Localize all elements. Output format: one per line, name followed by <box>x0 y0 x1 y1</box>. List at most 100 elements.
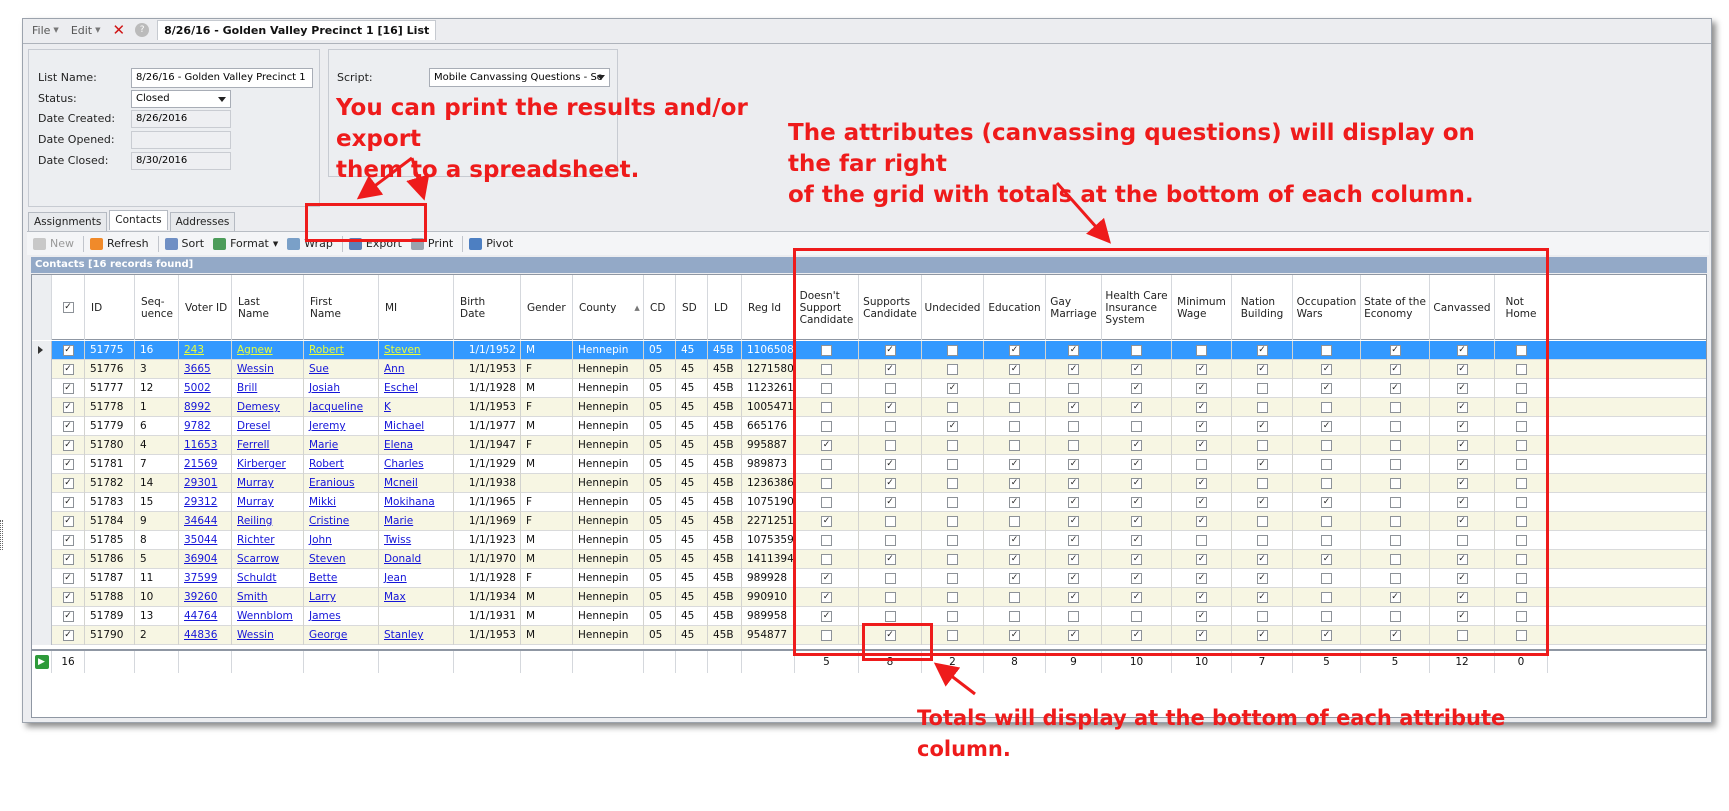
cell-voter[interactable]: 34644 <box>179 512 232 531</box>
column-header-birth[interactable]: Birth Date <box>454 275 521 340</box>
cell-first[interactable]: Josiah <box>304 379 379 398</box>
cell-first[interactable]: Cristine <box>304 512 379 531</box>
checked-checkbox[interactable]: ✓ <box>62 573 74 584</box>
checked-checkbox[interactable]: ✓ <box>62 459 74 470</box>
cell-first[interactable]: Marie <box>304 436 379 455</box>
checked-checkbox[interactable]: ✓ <box>62 440 74 451</box>
column-header-first[interactable]: First Name <box>304 275 379 340</box>
checked-checkbox[interactable]: ✓ <box>62 383 74 394</box>
cell-mi[interactable]: Michael <box>379 417 454 436</box>
cell-first[interactable]: Robert <box>304 455 379 474</box>
cell-voter[interactable]: 44836 <box>179 626 232 645</box>
cell-last[interactable]: Murray <box>232 474 304 493</box>
cell-first[interactable]: Robert <box>304 341 379 360</box>
cell-last[interactable]: Wennblom <box>232 607 304 626</box>
row-indicator[interactable] <box>32 607 52 626</box>
cell-first[interactable]: Larry <box>304 588 379 607</box>
cell-mi[interactable]: Marie <box>379 512 454 531</box>
pivot-button[interactable]: Pivot <box>469 237 513 250</box>
column-header-reg[interactable]: Reg Id <box>742 275 795 340</box>
format-button[interactable]: Format ▼ <box>213 237 278 250</box>
cell-last[interactable]: Ferrell <box>232 436 304 455</box>
cell-last[interactable]: Smith <box>232 588 304 607</box>
cell-last[interactable]: Richter <box>232 531 304 550</box>
help-icon[interactable]: ? <box>135 23 150 37</box>
cell-mi[interactable]: Max <box>379 588 454 607</box>
row-indicator[interactable] <box>32 512 52 531</box>
column-header-ld[interactable]: LD <box>708 275 742 340</box>
cell-mi[interactable]: Ann <box>379 360 454 379</box>
column-header-sd[interactable]: SD <box>676 275 708 340</box>
tab-addresses[interactable]: Addresses <box>169 212 236 231</box>
cell-last[interactable]: Dresel <box>232 417 304 436</box>
checked-checkbox[interactable]: ✓ <box>62 345 74 356</box>
cell-mi[interactable] <box>379 607 454 626</box>
cell-voter[interactable]: 35044 <box>179 531 232 550</box>
cell-last[interactable]: Brill <box>232 379 304 398</box>
cell-last[interactable]: Schuldt <box>232 569 304 588</box>
cell-last[interactable]: Agnew <box>232 341 304 360</box>
cell-voter[interactable]: 44764 <box>179 607 232 626</box>
tab-assignments[interactable]: Assignments <box>28 212 108 231</box>
check-icon[interactable]: ✓ <box>62 302 74 313</box>
cell-mi[interactable]: Donald <box>379 550 454 569</box>
cell-first[interactable]: James <box>304 607 379 626</box>
checked-checkbox[interactable]: ✓ <box>62 421 74 432</box>
row-indicator[interactable] <box>32 379 52 398</box>
sort-button[interactable]: Sort <box>164 237 204 250</box>
row-indicator[interactable] <box>32 550 52 569</box>
row-indicator[interactable] <box>32 417 52 436</box>
cell-voter[interactable]: 37599 <box>179 569 232 588</box>
checked-checkbox[interactable]: ✓ <box>62 554 74 565</box>
checked-checkbox[interactable]: ✓ <box>62 611 74 622</box>
refresh-button[interactable]: Refresh <box>90 237 149 250</box>
row-indicator[interactable] <box>32 626 52 645</box>
column-header-last[interactable]: Last Name <box>232 275 304 340</box>
checked-checkbox[interactable]: ✓ <box>62 364 74 375</box>
cell-voter[interactable]: 39260 <box>179 588 232 607</box>
column-header-gender[interactable]: Gender <box>521 275 573 340</box>
checked-checkbox[interactable]: ✓ <box>62 497 74 508</box>
script-select[interactable]: Mobile Canvassing Questions - Sc <box>429 68 610 87</box>
column-header-voter[interactable]: Voter ID <box>179 275 232 340</box>
cell-mi[interactable]: Steven <box>379 341 454 360</box>
cell-mi[interactable]: K <box>379 398 454 417</box>
row-indicator[interactable] <box>32 398 52 417</box>
checked-checkbox[interactable]: ✓ <box>62 516 74 527</box>
row-indicator[interactable] <box>32 569 52 588</box>
cell-last[interactable]: Murray <box>232 493 304 512</box>
cell-mi[interactable]: Mcneil <box>379 474 454 493</box>
cell-voter[interactable]: 29301 <box>179 474 232 493</box>
row-indicator[interactable] <box>32 493 52 512</box>
file-menu[interactable]: File ▼ <box>32 24 59 37</box>
cell-mi[interactable]: Twiss <box>379 531 454 550</box>
row-indicator[interactable] <box>32 436 52 455</box>
row-indicator[interactable] <box>32 531 52 550</box>
new-button[interactable]: New <box>33 237 74 250</box>
cell-voter[interactable]: 9782 <box>179 417 232 436</box>
column-header-county[interactable]: County ▲ <box>573 275 644 340</box>
cell-mi[interactable]: Stanley <box>379 626 454 645</box>
row-indicator[interactable] <box>32 588 52 607</box>
cell-last[interactable]: Wessin <box>232 626 304 645</box>
checked-checkbox[interactable]: ✓ <box>62 592 74 603</box>
row-indicator[interactable] <box>32 474 52 493</box>
cell-last[interactable]: Kirberger <box>232 455 304 474</box>
row-indicator[interactable] <box>32 341 52 360</box>
cell-mi[interactable]: Eschel <box>379 379 454 398</box>
excel-icon[interactable]: ▶ <box>34 655 49 669</box>
close-icon[interactable]: ✕ <box>113 21 126 39</box>
cell-voter[interactable]: 5002 <box>179 379 232 398</box>
cell-first[interactable]: Sue <box>304 360 379 379</box>
column-header-mi[interactable]: MI <box>379 275 454 340</box>
cell-first[interactable]: John <box>304 531 379 550</box>
cell-first[interactable]: Jacqueline <box>304 398 379 417</box>
cell-first[interactable]: Mikki <box>304 493 379 512</box>
cell-voter[interactable]: 21569 <box>179 455 232 474</box>
cell-mi[interactable]: Charles <box>379 455 454 474</box>
cell-last[interactable]: Demesy <box>232 398 304 417</box>
checked-checkbox[interactable]: ✓ <box>62 630 74 641</box>
list-name-field[interactable]: 8/26/16 - Golden Valley Precinct 1 <box>131 68 313 88</box>
resize-grip[interactable] <box>0 520 3 550</box>
edit-menu[interactable]: Edit ▼ <box>71 24 101 37</box>
